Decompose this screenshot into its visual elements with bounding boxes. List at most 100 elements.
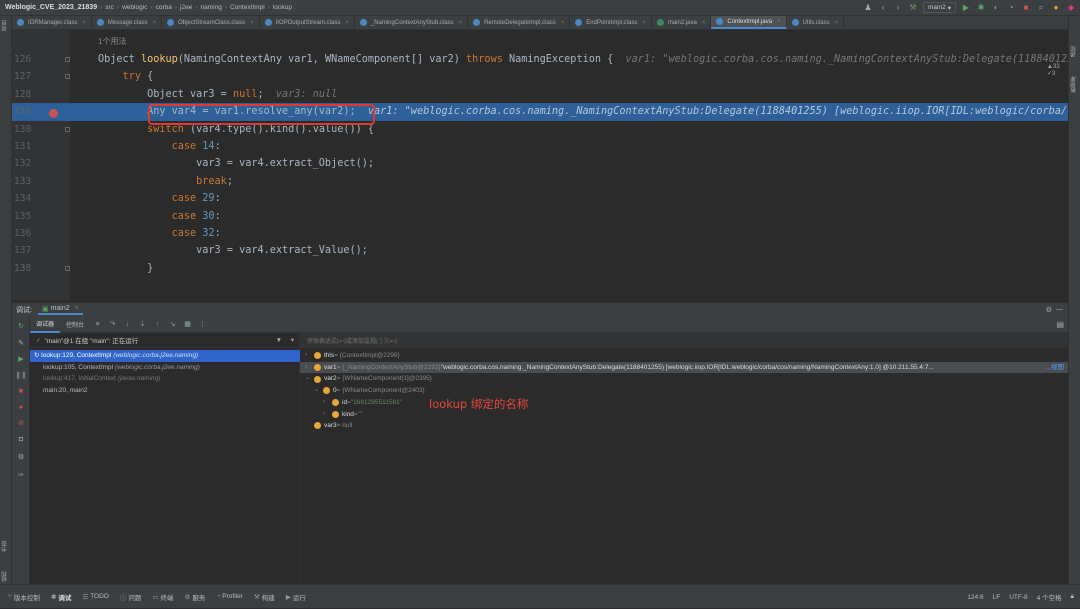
close-tab-icon[interactable]: × xyxy=(642,20,646,26)
pin-icon[interactable]: ✑ xyxy=(16,470,26,480)
stack-frame[interactable]: lookup:417, InitialContext (javax.naming… xyxy=(30,373,300,385)
editor-tab[interactable]: Utils.class × xyxy=(787,16,845,29)
breadcrumb-item[interactable]: lookup xyxy=(273,4,292,11)
code-line[interactable]: 133 break; xyxy=(12,173,1068,190)
view-breakpoints-icon[interactable]: ● xyxy=(16,402,26,412)
force-step-into-icon[interactable]: ⇣ xyxy=(138,320,147,329)
debug-session-tab[interactable]: ▣ main2 × xyxy=(37,305,83,315)
settings-icon[interactable]: ⚙ xyxy=(16,452,26,462)
show-execution-point-icon[interactable]: ≡ xyxy=(93,320,102,329)
editor-tab[interactable]: ContextImpl.java × xyxy=(711,16,787,29)
tool-button-run[interactable]: ▶ 运行 xyxy=(286,592,306,602)
step-out-icon[interactable]: ↑ xyxy=(153,320,162,329)
editor-tab[interactable]: Message.class × xyxy=(92,16,163,29)
close-tab-icon[interactable]: × xyxy=(82,20,86,26)
stack-frame[interactable]: lookup:105, ContextImpl (weblogic.corba.… xyxy=(30,362,300,374)
coverage-icon[interactable]: ◐ xyxy=(991,3,1001,13)
settings-gear-icon[interactable]: ⚙ xyxy=(1046,306,1052,314)
close-tab-icon[interactable]: × xyxy=(702,20,706,26)
filter-icon[interactable]: ▼ xyxy=(276,337,282,344)
pause-icon[interactable]: ❚❚ xyxy=(15,370,27,380)
close-tab-icon[interactable]: × xyxy=(459,20,463,26)
close-icon[interactable]: × xyxy=(75,305,79,312)
code-editor[interactable]: 1个用法 ▲33 ✓3 126 Object lookup(NamingConte… xyxy=(12,30,1068,300)
expand-toggle-icon[interactable]: › xyxy=(305,350,314,362)
expand-toggle-icon[interactable]: › xyxy=(305,362,314,374)
indent-setting[interactable]: 4 个空格 xyxy=(1037,592,1062,602)
tool-button-terminal[interactable]: ▭ 终端 xyxy=(152,592,173,602)
breadcrumb-item[interactable]: naming xyxy=(200,4,221,11)
evaluate-icon[interactable]: ▦ xyxy=(183,320,192,329)
camera-icon[interactable]: ◘ xyxy=(16,434,26,444)
variable-row[interactable]: › var1 = {_NamingContextAnyStub@2292} "we… xyxy=(300,361,1068,374)
notifications-tool-button[interactable]: 通知 xyxy=(1070,46,1078,57)
code-line[interactable]: 135 case 30: xyxy=(12,208,1068,225)
stack-frame[interactable]: main:20, main2 xyxy=(30,385,300,397)
database-tool-button[interactable]: 数据库 xyxy=(1070,76,1078,93)
code-line[interactable]: 126 Object lookup(NamingContextAny var1, … xyxy=(12,51,1068,68)
fold-marker-icon[interactable] xyxy=(65,265,70,271)
fold-marker-icon[interactable] xyxy=(65,126,70,132)
run-to-cursor-icon[interactable]: ↘ xyxy=(168,320,177,329)
tab-debugger[interactable]: 调试器 xyxy=(30,316,61,333)
profile-icon[interactable]: ◔ xyxy=(1006,3,1016,13)
close-tab-icon[interactable]: × xyxy=(777,19,781,25)
tool-button-build[interactable]: ⚒ 构建 xyxy=(254,592,275,602)
code-line[interactable]: 127 try { xyxy=(12,68,1068,85)
chevron-down-icon[interactable]: ▾ xyxy=(291,336,294,344)
bookmarks-tool-button[interactable]: 书签 xyxy=(1,541,9,552)
stop-debug-icon[interactable]: ■ xyxy=(16,386,26,396)
stack-frame[interactable]: ↻ lookup:129, ContextImpl (weblogic.corb… xyxy=(30,350,300,362)
stop-icon[interactable]: ■ xyxy=(1021,3,1031,13)
ide-logo-icon[interactable]: ◆ xyxy=(1066,3,1076,13)
evaluate-expression-input[interactable]: 评估表达式(↩)或添加监视(⇧⌘↩) xyxy=(300,333,1068,348)
minimize-icon[interactable]: — xyxy=(1056,306,1063,313)
modify-config-icon[interactable]: ✎ xyxy=(16,338,26,348)
code-line[interactable]: 138 } xyxy=(12,260,1068,277)
editor-tab[interactable]: RemoteDelegateImpl.class × xyxy=(468,16,571,29)
breakpoint-icon[interactable] xyxy=(49,109,58,118)
update-icon[interactable]: ● xyxy=(1051,3,1061,13)
code-line[interactable]: 131 case 14: xyxy=(12,138,1068,155)
editor-tab[interactable]: IIOPOutputStream.class × xyxy=(260,16,355,29)
debug-icon[interactable]: ✱ xyxy=(976,3,986,13)
user-icon[interactable]: ♟ xyxy=(863,3,873,13)
line-separator[interactable]: LF xyxy=(993,594,1001,601)
expand-toggle-icon[interactable]: ⌄ xyxy=(314,385,323,397)
search-icon[interactable]: ⌕ xyxy=(1036,3,1046,13)
project-name[interactable]: Weblogic_CVE_2023_21839 xyxy=(5,4,97,11)
tool-button-debug[interactable]: ✱ 调试 xyxy=(51,592,71,602)
build-hammer-icon[interactable]: ⚒ xyxy=(908,3,918,13)
mute-breakpoints-icon[interactable]: ⊘ xyxy=(16,418,26,428)
structure-tool-button[interactable]: 结构 xyxy=(1,571,9,582)
step-into-icon[interactable]: ↓ xyxy=(123,320,132,329)
fold-marker-icon[interactable] xyxy=(65,74,70,80)
tab-console[interactable]: 控制台 xyxy=(60,316,90,333)
close-tab-icon[interactable]: × xyxy=(345,20,349,26)
file-encoding[interactable]: UTF-8 xyxy=(1009,594,1027,601)
tool-button-todo[interactable]: ☰ TODO xyxy=(82,593,109,601)
table-layout-icon[interactable]: ▤ xyxy=(1056,320,1064,329)
resume-icon[interactable]: ▶ xyxy=(16,354,26,364)
expand-toggle-icon[interactable]: › xyxy=(323,397,332,409)
lock-icon[interactable]: 🔒︎ xyxy=(1071,593,1074,601)
breadcrumb-item[interactable]: j2ee xyxy=(180,4,192,11)
thread-selector[interactable]: ✓ "main"@1 在组 "main": 正在运行 ▼ ▾ xyxy=(30,333,300,348)
breadcrumb-item[interactable]: corba xyxy=(156,4,172,11)
usages-hint[interactable]: 1个用法 xyxy=(98,36,126,47)
close-tab-icon[interactable]: × xyxy=(250,20,254,26)
variable-row[interactable]: var3 = null xyxy=(300,420,1068,432)
tool-button-vcs[interactable]: ⑂ 版本控制 xyxy=(8,592,40,602)
variable-row[interactable]: ⌄ 0 = {WNameComponent@2403} xyxy=(300,385,1068,397)
rerun-icon[interactable]: ↻ xyxy=(16,321,26,331)
variable-row[interactable]: › this = {ContextImpl@2296} xyxy=(300,350,1068,362)
tool-button-profiler[interactable]: ◔ Profiler xyxy=(216,593,243,600)
expand-toggle-icon[interactable]: › xyxy=(323,409,332,421)
fold-marker-icon[interactable] xyxy=(65,57,70,62)
back-icon[interactable]: ‹ xyxy=(878,3,888,13)
caret-position[interactable]: 124:6 xyxy=(967,594,983,601)
editor-tab[interactable]: ObjectStreamClass.class × xyxy=(162,16,260,29)
variable-row[interactable]: › id = "1681285511581" xyxy=(300,397,1068,409)
editor-tab[interactable]: main2.java × xyxy=(652,16,712,29)
editor-tab[interactable]: _NamingContextAnyStub.class × xyxy=(355,16,469,29)
